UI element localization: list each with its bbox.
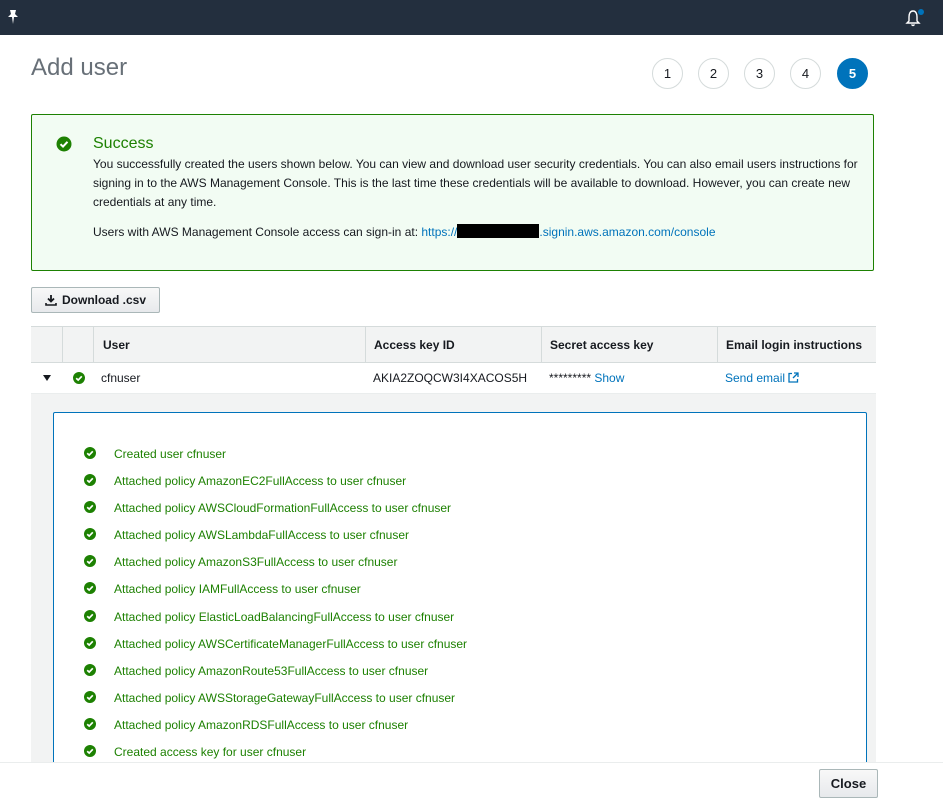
user-name-cell: cfnuser [101,371,141,385]
success-check-icon [84,501,96,513]
log-text: Created access key for user cfnuser [114,745,307,759]
external-link-icon[interactable] [788,372,800,383]
log-text: Attached policy AmazonRDSFullAccess to u… [114,718,409,732]
success-check-icon [84,582,96,594]
success-title: Success [93,135,154,152]
download-csv-button[interactable]: Download .csv [31,287,160,313]
log-text: Created user cfnuser [114,447,227,461]
success-check-icon [84,474,96,486]
users-table: User Access key ID Secret access key Ema… [31,326,876,394]
log-text: Attached policy AWSCloudFormationFullAcc… [114,501,452,515]
creation-log: Created user cfnuser Attached policy Ama… [53,412,867,772]
success-check-icon [84,555,96,567]
step-5-current[interactable]: 5 [837,58,868,89]
success-message: You successfully created the users shown… [93,157,858,209]
email-login-cell: Send email [725,363,800,393]
log-text: Attached policy AWSCertificateManagerFul… [114,637,468,651]
column-header-email-login[interactable]: Email login instructions [717,327,876,363]
signin-url-start: https:// [421,225,458,239]
download-csv-label: Download .csv [61,293,147,307]
success-check-icon [84,664,96,676]
column-header-user[interactable]: User [93,327,365,363]
redacted-account-id [457,224,540,238]
send-email-link[interactable]: Send email [725,371,785,385]
page-title: Add user [31,54,128,81]
column-header-access-key-id[interactable]: Access key ID [365,327,541,363]
step-4[interactable]: 4 [790,58,821,89]
step-1[interactable]: 1 [652,58,683,89]
success-check-icon [84,718,96,730]
success-check-icon [73,372,85,384]
log-text: Attached policy IAMFullAccess to user cf… [114,582,361,596]
log-text: Attached policy AWSLambdaFullAccess to u… [114,528,410,542]
table-row: cfnuser AKIA2ZOQCW3I4XACOS5H ********* S… [31,363,876,394]
header-expand-column [31,327,62,363]
table-header: User Access key ID Secret access key Ema… [31,326,876,363]
show-secret-link[interactable]: Show [594,371,624,385]
success-check-icon [84,691,96,703]
signin-prefix: Users with AWS Management Console access… [93,225,419,239]
top-navigation-bar [0,0,943,35]
signin-url-end: .signin.aws.amazon.com/console [539,225,716,239]
success-check-icon [84,745,96,757]
log-text: Attached policy AmazonEC2FullAccess to u… [114,474,407,488]
success-check-icon [84,528,96,540]
secret-masked-value: ********* [549,371,592,385]
pin-icon[interactable] [6,9,20,25]
expanded-row-details: Created user cfnuser Attached policy Ama… [31,394,876,772]
console-signin-link[interactable]: https:// .signin.aws.amazon.com/console [421,224,716,239]
column-header-secret-access-key[interactable]: Secret access key [541,327,717,363]
step-2[interactable]: 2 [698,58,729,89]
log-text: Attached policy AWSStorageGatewayFullAcc… [114,691,456,705]
log-text: Attached policy AmazonS3FullAccess to us… [114,555,398,569]
step-3[interactable]: 3 [744,58,775,89]
header-status-column [62,327,93,363]
access-key-id-cell: AKIA2ZOQCW3I4XACOS5H [373,371,528,385]
log-text: Attached policy ElasticLoadBalancingFull… [114,610,455,624]
success-check-icon [84,447,96,459]
log-text: Attached policy AmazonRoute53FullAccess … [114,664,429,678]
signin-info: Users with AWS Management Console access… [93,223,716,242]
close-button[interactable]: Close [819,769,878,798]
success-alert: Success You successfully created the use… [31,114,874,271]
caret-down-icon[interactable] [43,374,51,382]
notification-bell-icon[interactable] [905,8,925,28]
modal-footer: Close [0,762,943,801]
download-icon [45,295,57,306]
secret-access-key-cell: ********* Show [549,363,624,393]
success-check-icon [84,610,96,622]
success-check-icon [84,637,96,649]
success-check-icon [56,136,72,152]
